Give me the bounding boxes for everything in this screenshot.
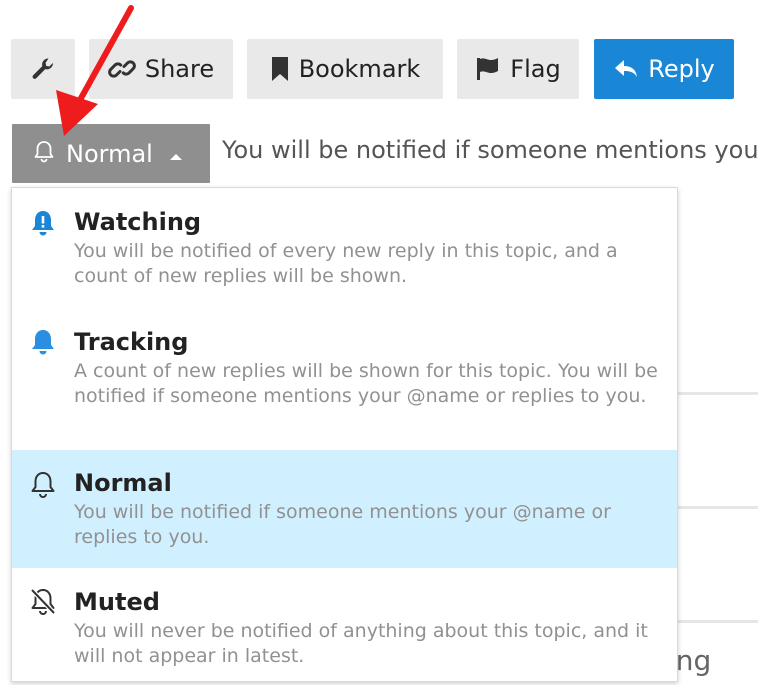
dropdown-option-watching[interactable]: Watching You will be notified of every n… <box>12 188 677 308</box>
option-title: Tracking <box>74 328 189 356</box>
reply-button[interactable]: Reply <box>594 39 734 99</box>
notification-level-label: Normal <box>66 139 153 168</box>
dropdown-option-muted[interactable]: Muted You will never be notified of anyt… <box>12 568 677 681</box>
reply-icon <box>613 56 639 82</box>
option-description: You will be notified if someone mentions… <box>74 501 611 548</box>
bell-filled-icon <box>29 328 57 362</box>
bell-outline-icon <box>33 139 55 169</box>
bookmark-icon <box>270 56 290 82</box>
notification-level-button[interactable]: Normal <box>12 124 210 183</box>
reply-label: Reply <box>648 55 715 83</box>
option-title: Muted <box>74 588 160 616</box>
wrench-icon <box>30 56 56 82</box>
divider <box>678 392 758 395</box>
bell-outline-icon <box>29 470 57 504</box>
divider <box>678 506 758 509</box>
flag-button[interactable]: Flag <box>457 39 579 99</box>
notification-level-dropdown: Watching You will be notified of every n… <box>11 187 678 682</box>
share-button[interactable]: Share <box>89 39 233 99</box>
bell-slash-icon <box>29 587 57 621</box>
link-icon <box>108 55 136 83</box>
flag-icon <box>475 56 501 82</box>
option-title: Normal <box>74 469 172 497</box>
caret-up-icon <box>169 140 183 168</box>
bookmark-label: Bookmark <box>298 55 421 83</box>
admin-wrench-button[interactable] <box>11 39 75 99</box>
flag-label: Flag <box>510 55 561 83</box>
option-description: You will be notified of every new reply … <box>74 240 618 287</box>
notification-level-description: You will be notified if someone mentions… <box>222 136 758 164</box>
share-label: Share <box>144 55 215 83</box>
bell-exclamation-icon <box>29 209 57 243</box>
dropdown-option-tracking[interactable]: Tracking A count of new replies will be … <box>12 308 677 450</box>
dropdown-option-normal[interactable]: Normal You will be notified if someone m… <box>12 450 677 568</box>
divider <box>678 620 758 623</box>
notifications-row: Normal You will be notified if someone m… <box>0 124 758 186</box>
option-title: Watching <box>74 208 202 236</box>
bookmark-button[interactable]: Bookmark <box>247 39 443 99</box>
option-description: A count of new replies will be shown for… <box>74 360 658 407</box>
option-description: You will never be notified of anything a… <box>74 620 648 667</box>
topic-toolbar: Share Bookmark Flag Reply <box>0 0 758 110</box>
